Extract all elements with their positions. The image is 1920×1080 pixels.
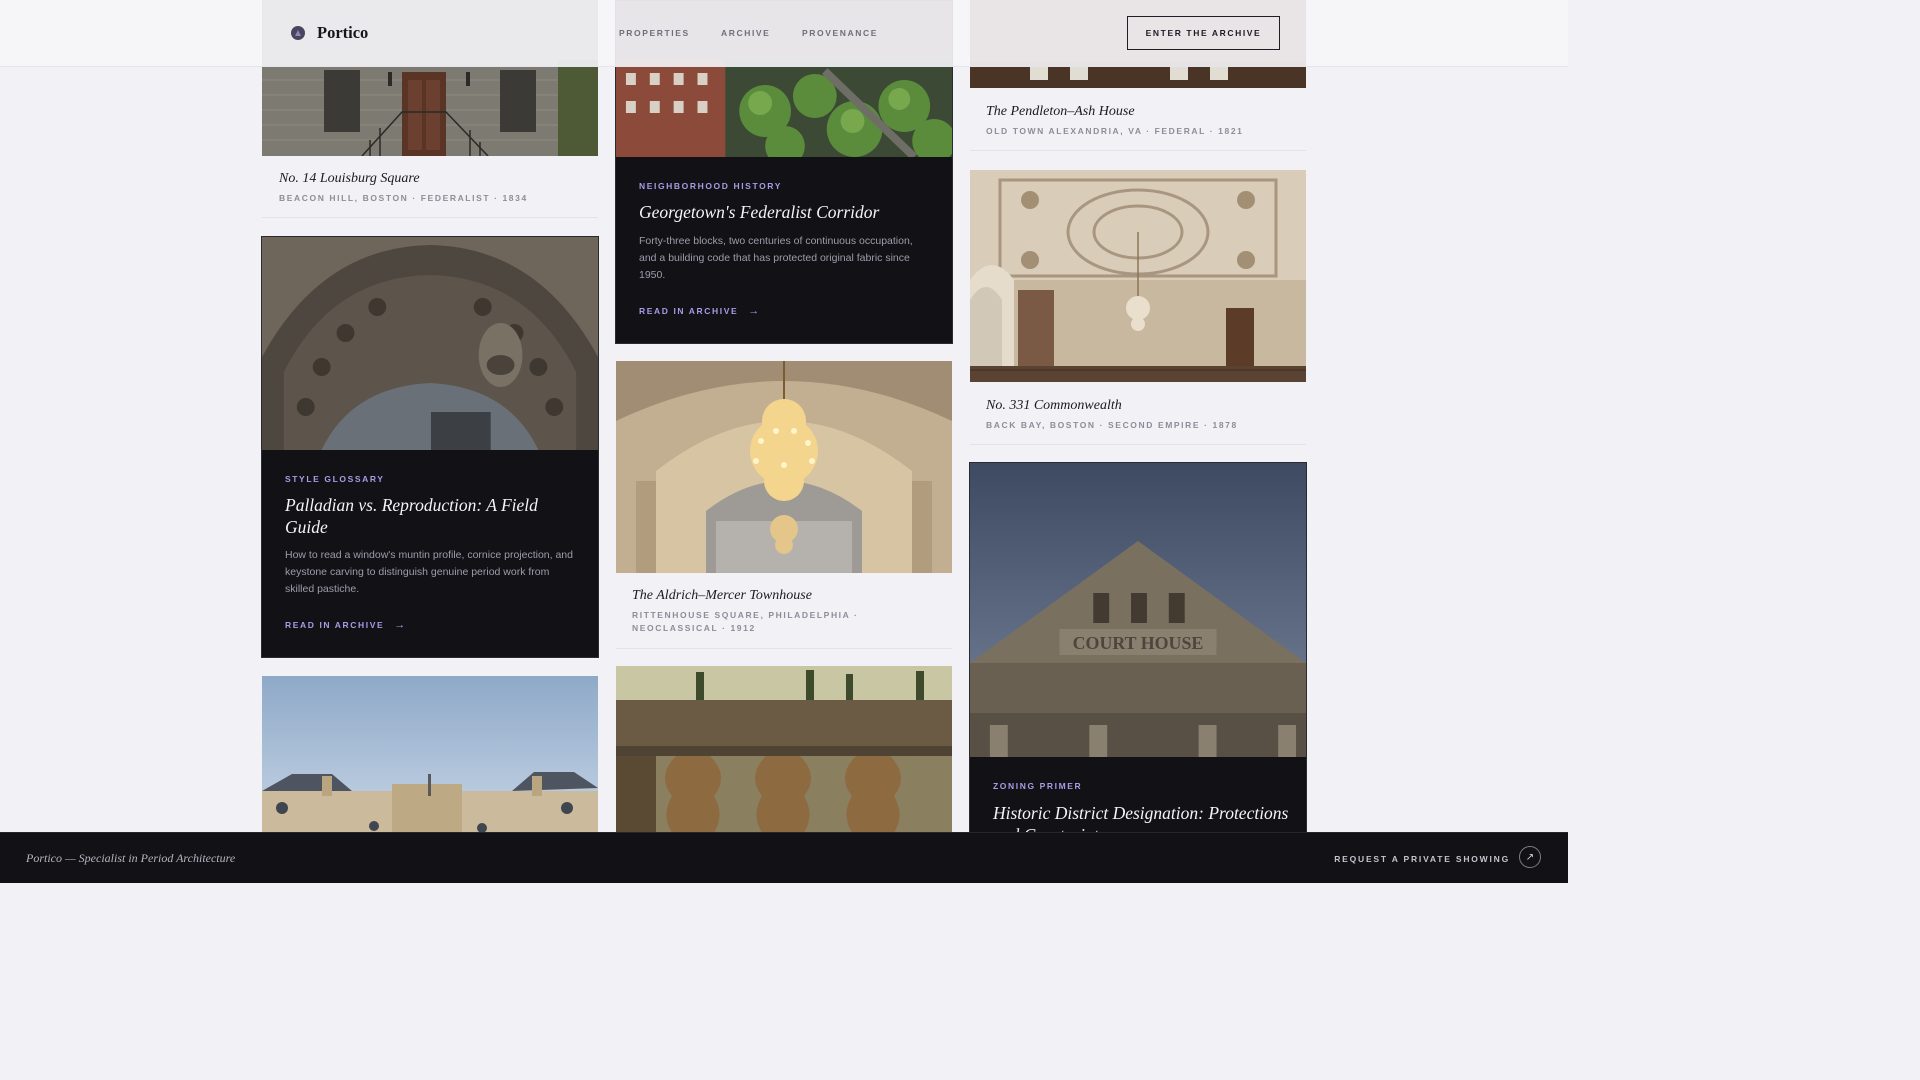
property-meta-line1: RITTENHOUSE SQUARE, PHILADELPHIA · [632, 610, 859, 620]
portico-logo-icon[interactable] [291, 26, 305, 40]
brand-name[interactable]: Portico [317, 23, 368, 43]
article-kicker: NEIGHBORHOOD HISTORY [639, 181, 782, 191]
article-excerpt: How to read a window's muntin profile, c… [285, 549, 573, 595]
arrow-up-right-icon[interactable]: ↗ [1519, 846, 1541, 868]
card-divider [262, 217, 598, 218]
property-photo-aldrich [616, 361, 952, 573]
article-title: Palladian vs. Reproduction: A Field Guid… [285, 495, 538, 537]
request-showing-link[interactable]: REQUEST A PRIVATE SHOWING [1334, 854, 1510, 864]
arrow-right-icon: → [748, 305, 760, 317]
card-divider [970, 444, 1306, 445]
article-photo-courthouse: COURT HOUSE [970, 463, 1306, 757]
enter-archive-button[interactable]: ENTER THE ARCHIVE [1127, 16, 1280, 50]
card-divider [616, 648, 952, 649]
courthouse-inscription: COURT HOUSE [1073, 633, 1204, 653]
article-card-palladian[interactable]: STYLE GLOSSARY Palladian vs. Reproductio… [261, 236, 599, 658]
article-kicker: STYLE GLOSSARY [285, 474, 385, 484]
site-header: Portico PROPERTIES ARCHIVE PROVENANCE EN… [0, 0, 1568, 67]
article-kicker: ZONING PRIMER [993, 781, 1083, 791]
property-meta: OLD TOWN ALEXANDRIA, VA · FEDERAL · 1821 [986, 126, 1244, 136]
property-photo-balustrade [616, 666, 952, 836]
property-meta-line2: NEOCLASSICAL · 1912 [632, 623, 756, 633]
property-title: The Pendleton–Ash House [986, 104, 1135, 119]
read-in-archive-label: READ IN ARCHIVE [639, 306, 739, 316]
property-card-chateau[interactable] [262, 676, 598, 836]
property-meta: BACK BAY, BOSTON · SECOND EMPIRE · 1878 [986, 420, 1238, 430]
nav-archive[interactable]: ARCHIVE [721, 28, 770, 38]
property-card-aldrich[interactable]: The Aldrich–Mercer Townhouse RITTENHOUSE… [616, 361, 952, 649]
card-divider [970, 150, 1306, 151]
property-photo-chateau [262, 676, 598, 836]
site-footer: Portico — Specialist in Period Architect… [0, 832, 1568, 883]
property-meta: RITTENHOUSE SQUARE, PHILADELPHIA · NEOCL… [632, 609, 858, 635]
footer-tagline: Portico — Specialist in Period Architect… [26, 851, 236, 865]
property-title: No. 14 Louisburg Square [279, 171, 420, 186]
property-title: The Aldrich–Mercer Townhouse [632, 588, 812, 603]
article-title: Georgetown's Federalist Corridor [639, 202, 880, 222]
property-card-commonwealth[interactable]: No. 331 Commonwealth BACK BAY, BOSTON · … [970, 170, 1306, 445]
arrow-right-icon: → [394, 619, 406, 631]
article-card-zoning[interactable]: COURT HOUSE ZONING PRIMER Historic Distr… [969, 462, 1307, 836]
masonry-grid: No. 14 Louisburg Square BEACON HILL, BOS… [0, 0, 1568, 882]
nav-properties[interactable]: PROPERTIES [619, 28, 690, 38]
article-photo-palladian [262, 237, 598, 450]
read-in-archive-link[interactable]: READ IN ARCHIVE → [285, 619, 405, 631]
property-title: No. 331 Commonwealth [986, 398, 1122, 413]
property-meta: BEACON HILL, BOSTON · FEDERALIST · 1834 [279, 193, 528, 203]
nav-provenance[interactable]: PROVENANCE [802, 28, 878, 38]
read-in-archive-link[interactable]: READ IN ARCHIVE → [639, 305, 759, 317]
property-card-balustrade[interactable] [616, 666, 952, 836]
read-in-archive-label: READ IN ARCHIVE [285, 620, 385, 630]
article-excerpt: Forty-three blocks, two centuries of con… [639, 235, 913, 281]
property-photo-commonwealth [970, 170, 1306, 382]
